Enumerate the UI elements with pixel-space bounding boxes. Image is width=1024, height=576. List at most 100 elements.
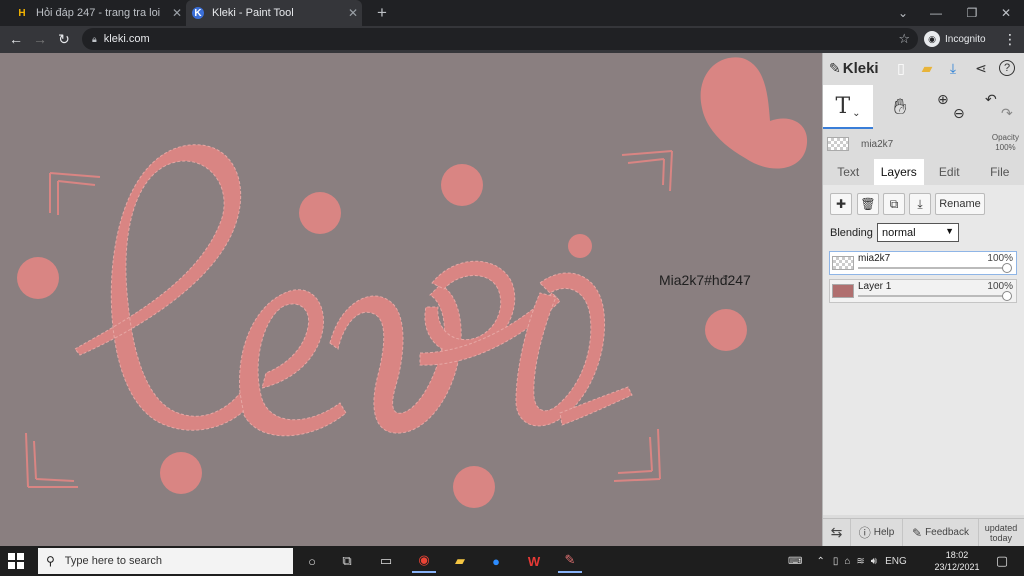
reload-icon[interactable]: ↻ xyxy=(54,29,74,49)
redo-icon[interactable]: ↷ xyxy=(1001,105,1013,122)
search-placeholder: Type here to search xyxy=(64,555,163,567)
download-icon[interactable]: ⤓ xyxy=(943,58,963,78)
paint-dot xyxy=(17,257,59,299)
zoom-buttons: ⊕ ⊖ xyxy=(927,85,977,129)
search-icon: ⚲ xyxy=(46,554,55,568)
opacity-value: 100% xyxy=(995,143,1016,152)
paint-letter-l xyxy=(74,144,251,431)
paint-dot xyxy=(568,234,592,258)
chevron-up-icon[interactable]: ⌃ xyxy=(816,556,824,567)
feedback-button[interactable]: ✎ Feedback xyxy=(903,518,979,547)
undo-redo-buttons: ↶ ↷ xyxy=(977,85,1024,129)
chevron-down-icon[interactable]: ⌄ xyxy=(852,108,860,119)
tab-edit[interactable]: Edit xyxy=(924,159,975,185)
tab-text[interactable]: Text xyxy=(823,159,874,185)
tab-file[interactable]: File xyxy=(975,159,1024,185)
text-tool-button[interactable]: T ⌄ xyxy=(823,85,873,129)
task-view-icon[interactable]: ⧉ xyxy=(335,549,359,573)
new-tab-button[interactable]: + xyxy=(372,3,392,23)
wifi-icon[interactable]: ≋ xyxy=(856,556,864,567)
address-bar[interactable]: 🔒︎ kleki.com ☆ xyxy=(82,28,918,50)
layer-preview-thumbnail xyxy=(827,137,849,151)
open-folder-icon[interactable]: ▰ xyxy=(917,58,937,78)
paint-dot xyxy=(299,192,341,234)
browser-menu-icon[interactable]: ⋮ xyxy=(1000,29,1020,49)
layer-opacity-slider-track[interactable] xyxy=(858,267,1008,269)
layer-name: Layer 1 xyxy=(858,281,892,292)
language-indicator[interactable]: ENG xyxy=(885,556,907,567)
kleki-logo[interactable]: ✎ Kleki xyxy=(829,60,879,77)
clock-date: 23/12/2021 xyxy=(934,562,980,572)
clock[interactable]: 18:02 23/12/2021 xyxy=(930,549,984,573)
corner-bracket xyxy=(621,150,673,192)
forward-arrow-icon[interactable]: → xyxy=(30,29,50,49)
keyboard-icon[interactable]: ⌨ xyxy=(788,556,802,567)
merge-layer-button[interactable]: ⤓ xyxy=(909,193,931,215)
wps-office-icon[interactable]: W xyxy=(522,549,546,573)
drawing-canvas[interactable]: Mia2k7#hđ247 xyxy=(0,53,822,546)
text-tool-icon: T xyxy=(835,93,851,119)
browser-tab-kleki[interactable]: K Kleki - Paint Tool ✕ xyxy=(186,0,362,26)
hand-tool-button[interactable]: ✋︎ xyxy=(875,85,925,129)
rename-layer-button[interactable]: Rename xyxy=(935,193,985,215)
panel-bottom-bar: ⇆ ⓘ Help ✎ Feedback updated today xyxy=(823,518,1024,547)
feedback-icon: ✎ xyxy=(912,525,923,540)
incognito-indicator[interactable]: ◉ Incognito xyxy=(924,29,986,49)
tab-title: Kleki - Paint Tool xyxy=(212,7,294,19)
network-icon[interactable]: ⌂ xyxy=(844,556,850,567)
file-explorer-icon[interactable]: ▰ xyxy=(448,549,472,573)
app-icon[interactable]: ▭ xyxy=(374,549,398,573)
duplicate-icon: ⧉ xyxy=(889,196,899,211)
corner-bracket xyxy=(25,432,78,488)
close-tab-icon[interactable]: ✕ xyxy=(344,6,362,20)
layer-opacity-slider-handle[interactable] xyxy=(1002,263,1012,273)
paint-app-icon[interactable]: ✎ xyxy=(558,549,582,573)
help-button[interactable]: ⓘ Help xyxy=(851,518,903,547)
zoom-app-icon[interactable]: ● xyxy=(484,549,508,573)
lock-icon: 🔒︎ xyxy=(92,33,97,44)
minimize-icon[interactable]: — xyxy=(918,0,954,26)
layer-thumbnail xyxy=(832,284,854,298)
layer-row-mia2k7[interactable]: mia2k7 100% xyxy=(829,251,1017,275)
blending-value: normal xyxy=(882,226,916,239)
tab-layers[interactable]: Layers xyxy=(873,159,924,185)
swap-sides-icon[interactable]: ⇆ xyxy=(823,518,851,547)
new-file-icon[interactable]: ▯ xyxy=(891,58,911,78)
windows-start-icon[interactable] xyxy=(8,553,24,569)
layer-preview-name: mia2k7 xyxy=(861,138,894,150)
bookmark-star-icon[interactable]: ☆ xyxy=(898,31,910,47)
layer-thumbnail xyxy=(832,256,854,270)
duplicate-layer-button[interactable]: ⧉ xyxy=(883,193,905,215)
screen: H Hỏi đáp 247 - trang tra loi ✕ K Kleki … xyxy=(0,0,1024,576)
updated-link[interactable]: updated today xyxy=(979,519,1023,547)
tab-search-icon[interactable]: ⌄ xyxy=(885,0,921,26)
taskbar-search[interactable]: ⚲ Type here to search xyxy=(38,548,293,574)
help-icon[interactable]: ? xyxy=(999,60,1015,76)
zoom-out-icon[interactable]: ⊖ xyxy=(953,105,965,122)
notifications-icon[interactable]: ▢ xyxy=(990,549,1014,573)
cortana-icon[interactable]: ○ xyxy=(300,549,324,573)
layer-opacity: 100% xyxy=(987,253,1013,264)
close-window-icon[interactable]: ✕ xyxy=(988,0,1024,26)
close-tab-icon[interactable]: ✕ xyxy=(168,6,186,20)
layer-opacity-slider-handle[interactable] xyxy=(1002,291,1012,301)
chrome-icon[interactable]: ◉ xyxy=(412,549,436,573)
back-arrow-icon[interactable]: ← xyxy=(6,29,26,49)
layers-panel: ✚ 🗑︎ ⧉ ⤓ Rename Blending normal ▼ mia2k7… xyxy=(823,185,1024,515)
undo-icon[interactable]: ↶ xyxy=(985,91,997,108)
restore-icon[interactable]: ❐ xyxy=(954,0,990,26)
layer-row-layer-1[interactable]: Layer 1 100% xyxy=(829,279,1017,303)
add-layer-button[interactable]: ✚ xyxy=(830,193,852,215)
zoom-in-icon[interactable]: ⊕ xyxy=(937,91,949,108)
corner-bracket xyxy=(613,428,661,482)
layer-opacity-slider-track[interactable] xyxy=(858,295,1008,297)
delete-layer-button[interactable]: 🗑︎ xyxy=(857,193,879,215)
browser-tab-hoidap[interactable]: H Hỏi đáp 247 - trang tra loi ✕ xyxy=(10,0,186,26)
share-icon[interactable]: ⋖ xyxy=(971,58,991,78)
blending-select[interactable]: normal ▼ xyxy=(877,223,959,242)
kleki-brand-text: Kleki xyxy=(842,59,879,77)
volume-icon[interactable]: 🔊︎ xyxy=(871,556,877,567)
paint-dot xyxy=(441,164,483,206)
opacity-label: Opacity xyxy=(991,133,1019,142)
battery-icon[interactable]: ▯ xyxy=(833,556,839,567)
